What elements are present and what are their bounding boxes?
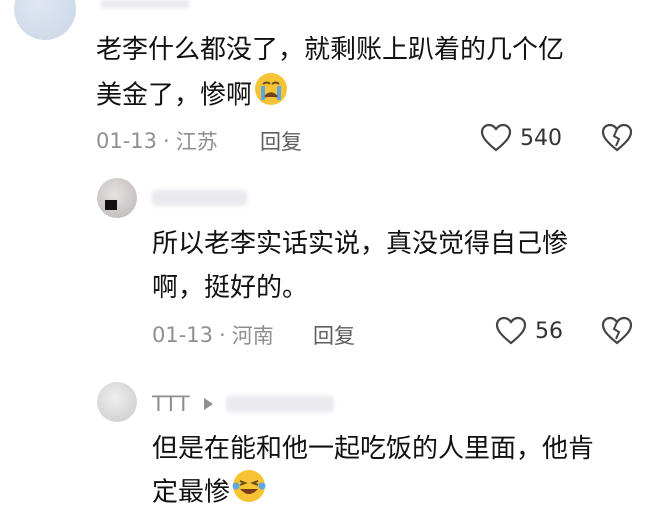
comment-date: 01-13 [152, 323, 214, 347]
comment-text-line: 但是在能和他一起吃饭的人里面，他肯 [152, 434, 595, 464]
heart-icon [495, 316, 527, 345]
reply-target-blurred[interactable] [226, 396, 334, 412]
dislike-button[interactable] [601, 316, 633, 350]
comment-location: 河南 [231, 324, 274, 348]
username[interactable]: TTT [152, 392, 190, 416]
crying-face-icon [254, 72, 288, 120]
heart-icon [480, 123, 512, 152]
reply-button[interactable]: 回复 [313, 320, 355, 350]
avatar[interactable] [97, 178, 137, 218]
comment-text-line: 美金了，惨啊 [96, 72, 288, 120]
broken-heart-icon [601, 123, 633, 152]
like-button[interactable]: 540 [480, 123, 562, 153]
dislike-button[interactable] [601, 123, 633, 157]
like-count: 540 [520, 125, 562, 151]
like-count: 56 [535, 318, 563, 344]
comment-meta: 01-13 · 河南 [152, 320, 274, 350]
comment-date: 01-13 [96, 129, 158, 153]
comment-location: 江苏 [175, 130, 218, 154]
like-button[interactable]: 56 [495, 316, 563, 346]
comment-text-line: 啊，挺好的。 [152, 273, 309, 303]
username-blurred[interactable] [100, 0, 190, 8]
comment-text-line: 所以老李实话实说，真没觉得自己惨 [152, 229, 569, 259]
laughing-tears-face-icon [232, 469, 266, 517]
comment-text-line: 老李什么都没了，就剩账上趴着的几个亿 [96, 35, 565, 65]
comment-meta: 01-13 · 江苏 [96, 126, 218, 156]
avatar[interactable] [14, 0, 76, 40]
broken-heart-icon [601, 316, 633, 345]
reply-arrow-icon [204, 398, 213, 410]
username-blurred[interactable] [152, 190, 247, 206]
reply-button[interactable]: 回复 [260, 126, 302, 156]
comment-text-line: 定最惨 [152, 469, 266, 517]
avatar[interactable] [97, 382, 137, 422]
